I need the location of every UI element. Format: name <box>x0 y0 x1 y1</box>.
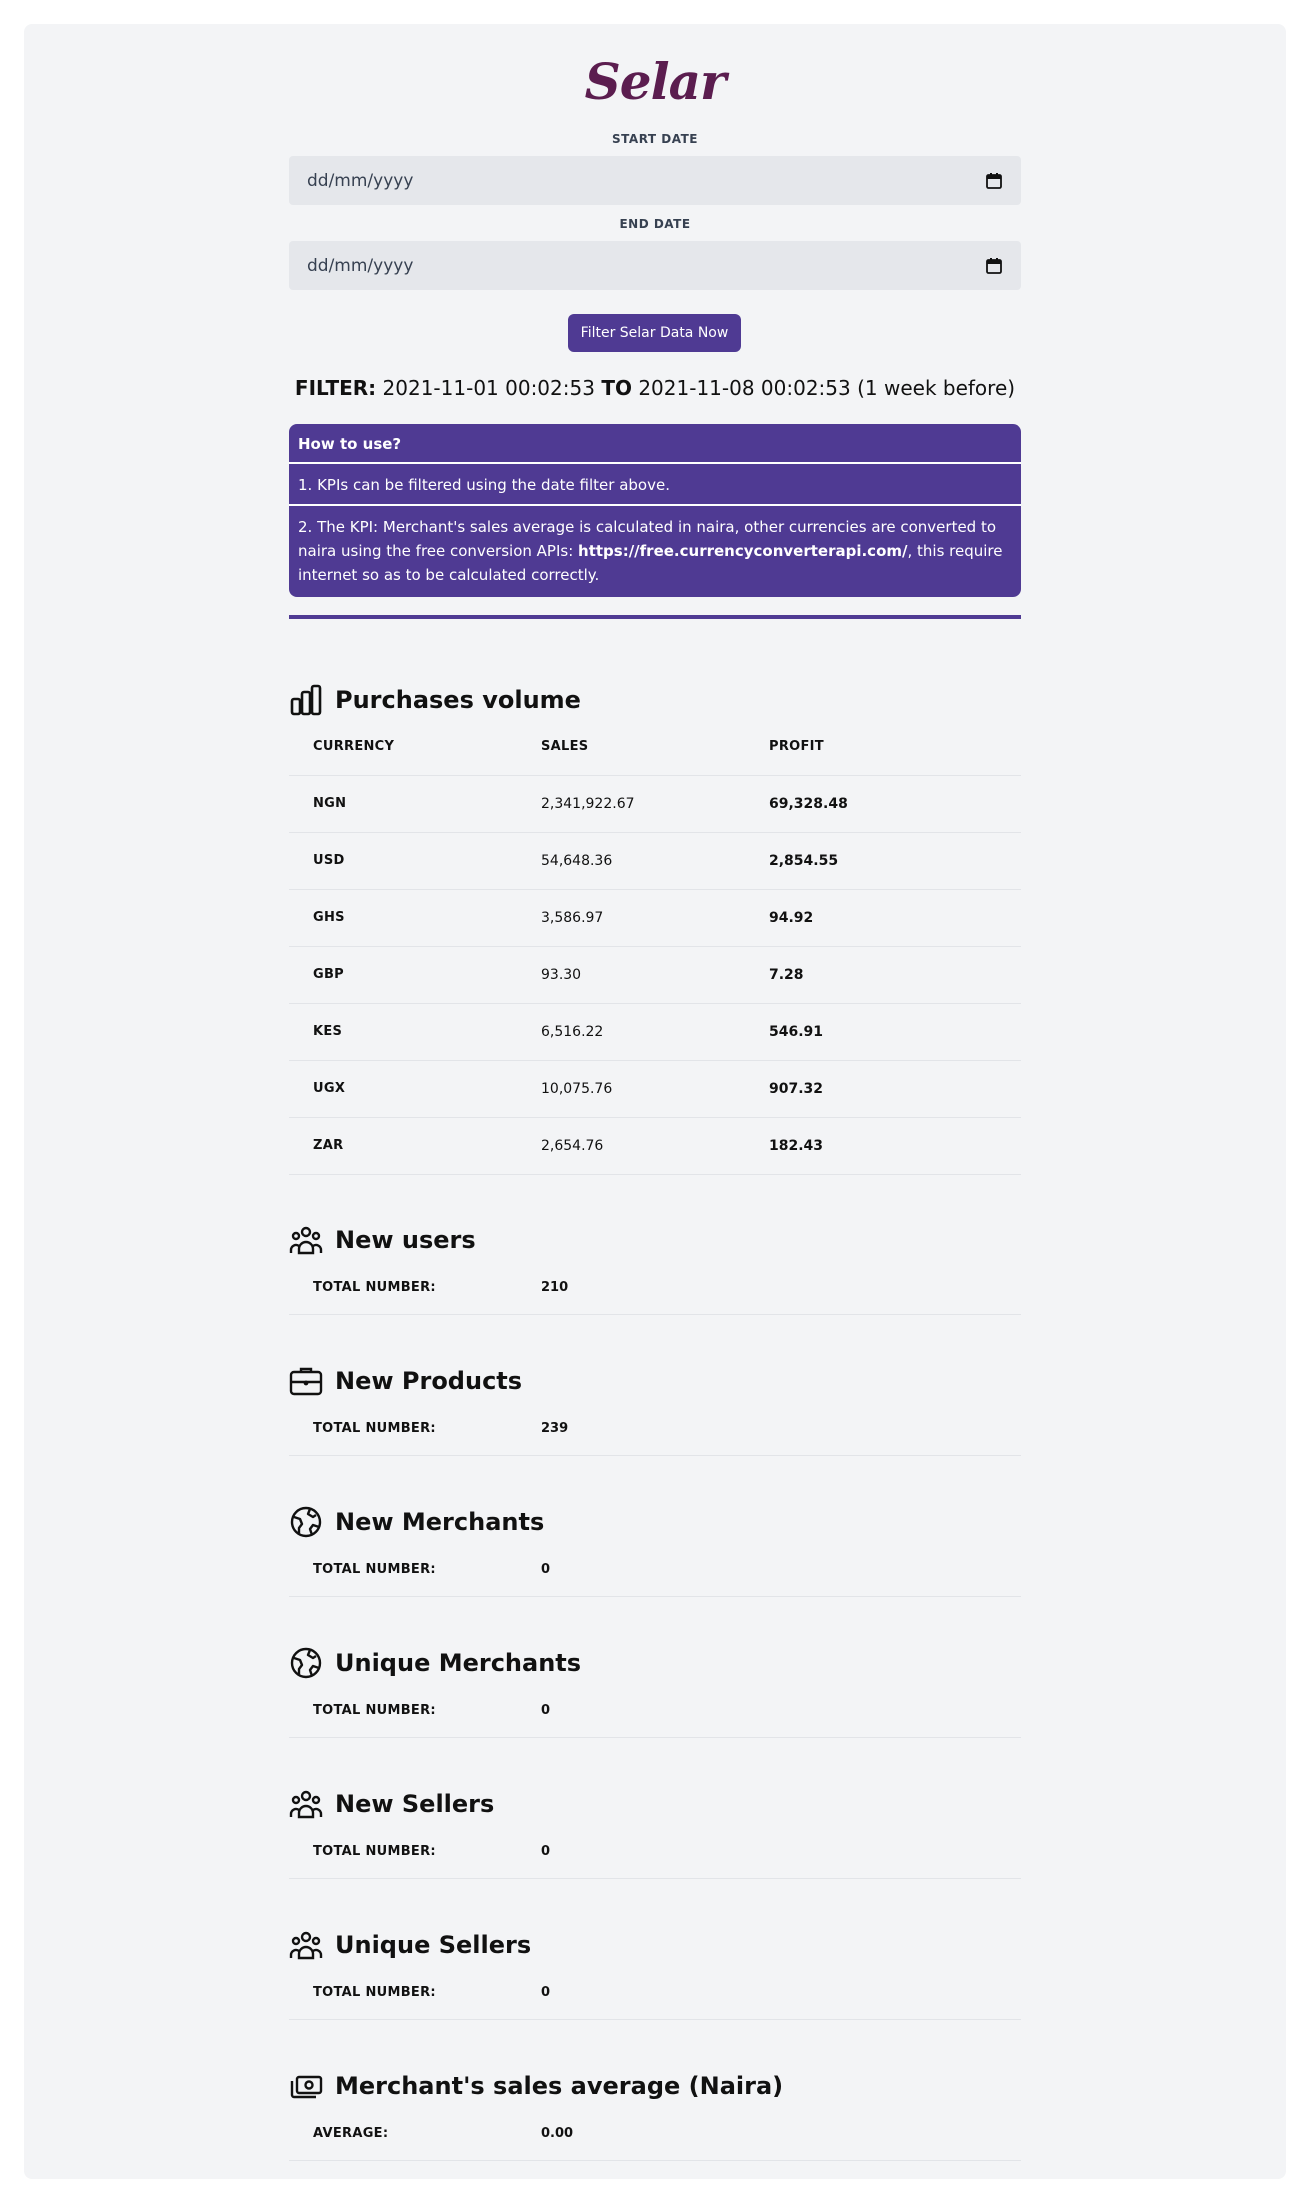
selar-logo: Selar <box>584 52 727 111</box>
profit-cell: 907.32 <box>769 1081 824 1097</box>
profit-cell: 94.92 <box>769 910 814 926</box>
filter-to: 2021-11-08 00:02:53 (1 week before) <box>638 376 1016 400</box>
filter-summary: FILTER: 2021-11-01 00:02:53 TO 2021-11-0… <box>259 376 1051 400</box>
new-users-total-row: TOTAL NUMBER: 210 <box>289 1265 1021 1315</box>
unique-merchants-label: Unique Merchants <box>335 1649 582 1677</box>
currency-cell: UGX <box>313 1081 346 1096</box>
total-value: 0 <box>541 1703 551 1718</box>
total-label: TOTAL NUMBER: <box>313 1844 436 1859</box>
sales-cell: 54,648.36 <box>541 853 613 869</box>
profit-cell: 69,328.48 <box>769 796 848 812</box>
sales-average-title: Merchant's sales average (Naira) <box>289 2066 1021 2106</box>
currency-api-link[interactable]: https://free.currencyconverterapi.com/ <box>578 542 907 560</box>
sales-cell: 93.30 <box>541 967 582 983</box>
table-row: KES 6,516.22 546.91 <box>289 1004 1021 1061</box>
new-sellers-title: New Sellers <box>289 1784 1021 1824</box>
table-row: ZAR 2,654.76 182.43 <box>289 1118 1021 1175</box>
globe-icon <box>290 1647 322 1679</box>
briefcase-icon <box>289 1367 323 1396</box>
sales-cell: 2,341,922.67 <box>541 796 635 812</box>
start-date-placeholder: dd/mm/yyyy <box>307 170 414 191</box>
how-to-use-panel: How to use? 1. KPIs can be filtered usin… <box>289 424 1021 597</box>
new-sellers-total-row: TOTAL NUMBER: 0 <box>289 1829 1021 1879</box>
profit-cell: 7.28 <box>769 967 804 983</box>
bar-chart-icon <box>290 684 322 716</box>
sales-average-row: AVERAGE: 0.00 <box>289 2111 1021 2161</box>
start-date-label: START DATE <box>612 132 698 146</box>
table-row: GHS 3,586.97 94.92 <box>289 890 1021 947</box>
total-label: TOTAL NUMBER: <box>313 1562 436 1577</box>
new-merchants-title: New Merchants <box>289 1502 1021 1542</box>
new-users-title: New users <box>289 1220 1021 1260</box>
total-value: 0 <box>541 1562 551 1577</box>
currency-cell: GHS <box>313 910 345 925</box>
users-icon <box>289 1226 323 1255</box>
table-row: UGX 10,075.76 907.32 <box>289 1061 1021 1118</box>
total-value: 210 <box>541 1280 569 1295</box>
new-sellers-label: New Sellers <box>335 1790 495 1818</box>
how-to-item-2: 2. The KPI: Merchant's sales average is … <box>289 506 1021 597</box>
sales-cell: 2,654.76 <box>541 1138 604 1154</box>
calendar-icon[interactable] <box>985 172 1003 190</box>
cash-icon <box>290 2075 323 2099</box>
filter-prefix: FILTER: <box>294 376 377 400</box>
globe-icon <box>290 1506 322 1538</box>
total-label: TOTAL NUMBER: <box>313 1421 436 1436</box>
new-products-label: New Products <box>335 1367 523 1395</box>
end-date-input[interactable]: dd/mm/yyyy <box>289 241 1021 290</box>
col-sales: SALES <box>541 739 589 754</box>
profit-cell: 546.91 <box>769 1024 824 1040</box>
purchases-volume-title: Purchases volume <box>289 680 1021 720</box>
unique-merchants-title: Unique Merchants <box>289 1643 1021 1683</box>
col-currency: CURRENCY <box>313 739 395 754</box>
currency-cell: NGN <box>313 796 347 811</box>
how-to-item-1: 1. KPIs can be filtered using the date f… <box>289 464 1021 506</box>
end-date-placeholder: dd/mm/yyyy <box>307 255 414 276</box>
filter-button[interactable]: Filter Selar Data Now <box>568 314 741 352</box>
unique-merchants-total-row: TOTAL NUMBER: 0 <box>289 1688 1021 1738</box>
col-profit: PROFIT <box>769 739 824 754</box>
sales-average-label: Merchant's sales average (Naira) <box>335 2072 784 2100</box>
sales-cell: 6,516.22 <box>541 1024 604 1040</box>
unique-sellers-title: Unique Sellers <box>289 1925 1021 1965</box>
average-label: AVERAGE: <box>313 2126 389 2141</box>
new-merchants-total-row: TOTAL NUMBER: 0 <box>289 1547 1021 1597</box>
calendar-icon[interactable] <box>985 257 1003 275</box>
table-row: NGN 2,341,922.67 69,328.48 <box>289 776 1021 833</box>
currency-cell: GBP <box>313 967 345 982</box>
currency-cell: ZAR <box>313 1138 344 1153</box>
sales-cell: 3,586.97 <box>541 910 604 926</box>
table-row: USD 54,648.36 2,854.55 <box>289 833 1021 890</box>
total-value: 239 <box>541 1421 569 1436</box>
filter-to-word: TO <box>601 376 632 400</box>
main-card: Selar START DATE dd/mm/yyyy END DATE dd/… <box>24 24 1286 2179</box>
new-merchants-label: New Merchants <box>335 1508 545 1536</box>
total-label: TOTAL NUMBER: <box>313 1703 436 1718</box>
unique-sellers-total-row: TOTAL NUMBER: 0 <box>289 1970 1021 2020</box>
purchases-volume-label: Purchases volume <box>335 686 581 714</box>
filter-from: 2021-11-01 00:02:53 <box>382 376 595 400</box>
start-date-input[interactable]: dd/mm/yyyy <box>289 156 1021 205</box>
total-label: TOTAL NUMBER: <box>313 1985 436 2000</box>
total-label: TOTAL NUMBER: <box>313 1280 436 1295</box>
total-value: 0 <box>541 1985 551 2000</box>
end-date-label: END DATE <box>619 217 691 231</box>
how-to-title: How to use? <box>289 424 1021 464</box>
new-users-label: New users <box>335 1226 476 1254</box>
users-icon <box>289 1931 323 1960</box>
currency-cell: USD <box>313 853 345 868</box>
section-divider <box>289 615 1021 619</box>
profit-cell: 182.43 <box>769 1138 824 1154</box>
users-icon <box>289 1790 323 1819</box>
average-value: 0.00 <box>541 2126 574 2141</box>
new-products-total-row: TOTAL NUMBER: 239 <box>289 1406 1021 1456</box>
currency-cell: KES <box>313 1024 343 1039</box>
total-value: 0 <box>541 1844 551 1859</box>
sales-cell: 10,075.76 <box>541 1081 613 1097</box>
purchases-table-header: CURRENCY SALES PROFIT <box>289 719 1021 776</box>
new-products-title: New Products <box>289 1361 1021 1401</box>
profit-cell: 2,854.55 <box>769 853 839 869</box>
table-row: GBP 93.30 7.28 <box>289 947 1021 1004</box>
unique-sellers-label: Unique Sellers <box>335 1931 532 1959</box>
